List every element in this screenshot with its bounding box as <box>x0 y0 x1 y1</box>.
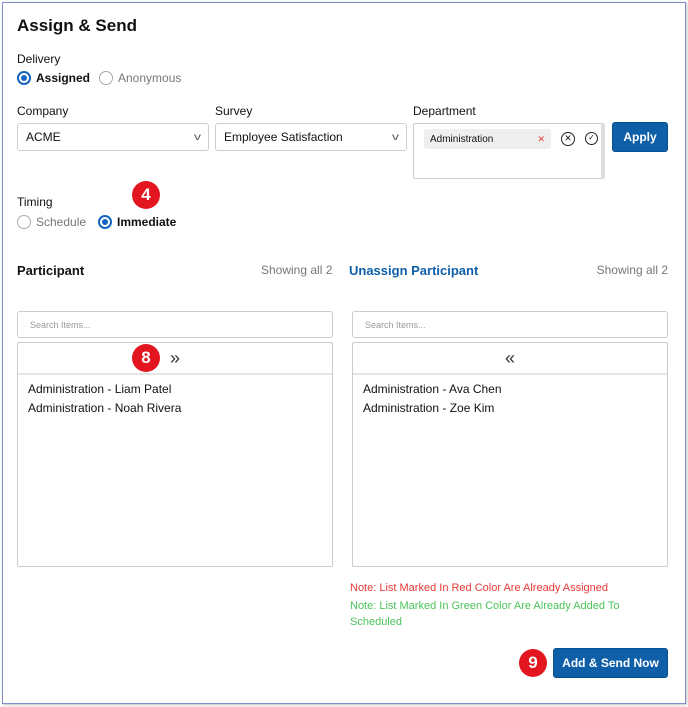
survey-value: Employee Satisfaction <box>224 130 343 144</box>
step-badge-4: 4 <box>132 181 160 209</box>
step-badge-9: 9 <box>519 649 547 677</box>
company-label: Company <box>17 104 69 118</box>
radio-unchecked-icon <box>17 215 31 229</box>
radio-label: Anonymous <box>118 71 182 85</box>
list-item[interactable]: Administration - Noah Rivera <box>18 399 332 418</box>
radio-label: Schedule <box>36 215 87 229</box>
tag-label: Administration <box>430 133 494 145</box>
radio-checked-icon <box>98 215 112 229</box>
chevrons-right-icon: » <box>169 347 180 368</box>
radio-checked-icon <box>17 71 31 85</box>
chevron-down-icon: v <box>194 131 201 143</box>
move-all-left-button[interactable]: « <box>353 343 667 375</box>
participant-search-input[interactable]: Search Items... <box>17 311 333 338</box>
department-tag: Administration ✕ <box>424 129 551 149</box>
unassign-title: Unassign Participant <box>349 263 479 278</box>
company-value: ACME <box>26 130 61 144</box>
unassign-count: Showing all 2 <box>596 263 668 277</box>
company-select[interactable]: ACME v <box>17 123 209 151</box>
page-title: Assign & Send <box>17 16 137 35</box>
remove-tag-icon[interactable]: ✕ <box>537 134 545 145</box>
red-note: Note: List Marked In Red Color Are Alrea… <box>350 582 609 594</box>
radio-schedule[interactable]: Schedule <box>17 215 86 229</box>
step-badge-8: 8 <box>132 344 160 372</box>
clear-icon[interactable]: ✕ <box>561 132 575 146</box>
apply-button[interactable]: Apply <box>612 122 668 152</box>
radio-unchecked-icon <box>99 71 113 85</box>
survey-label: Survey <box>215 104 253 118</box>
add-send-now-button[interactable]: Add & Send Now <box>553 648 668 678</box>
list-item[interactable]: Administration - Zoe Kim <box>353 399 667 418</box>
timing-label: Timing <box>17 195 53 209</box>
chevrons-left-icon: « <box>504 347 515 368</box>
green-note: Note: List Marked In Green Color Are Alr… <box>350 600 620 628</box>
select-all-icon[interactable]: ✓ <box>585 132 598 145</box>
department-multiselect[interactable]: Administration ✕ ✕ ✓ <box>413 123 605 179</box>
survey-select[interactable]: Employee Satisfaction v <box>215 123 407 151</box>
list-item[interactable]: Administration - Ava Chen <box>353 380 667 399</box>
participant-list: » Administration - Liam Patel Administra… <box>17 342 333 567</box>
radio-assigned[interactable]: Assigned <box>17 71 90 85</box>
participant-count: Showing all 2 <box>261 263 333 277</box>
unassign-list: « Administration - Ava Chen Administrati… <box>352 342 668 567</box>
delivery-label: Delivery <box>17 52 61 66</box>
unassign-search-input[interactable]: Search Items... <box>352 311 668 338</box>
radio-immediate[interactable]: Immediate <box>98 215 176 229</box>
department-label: Department <box>413 104 476 118</box>
radio-label: Assigned <box>36 71 91 85</box>
radio-label: Immediate <box>117 215 177 229</box>
participant-title: Participant <box>17 263 85 278</box>
move-all-right-button[interactable]: » <box>18 343 332 375</box>
list-item[interactable]: Administration - Liam Patel <box>18 380 332 399</box>
chevron-down-icon: v <box>392 131 399 143</box>
radio-anonymous[interactable]: Anonymous <box>99 71 181 85</box>
